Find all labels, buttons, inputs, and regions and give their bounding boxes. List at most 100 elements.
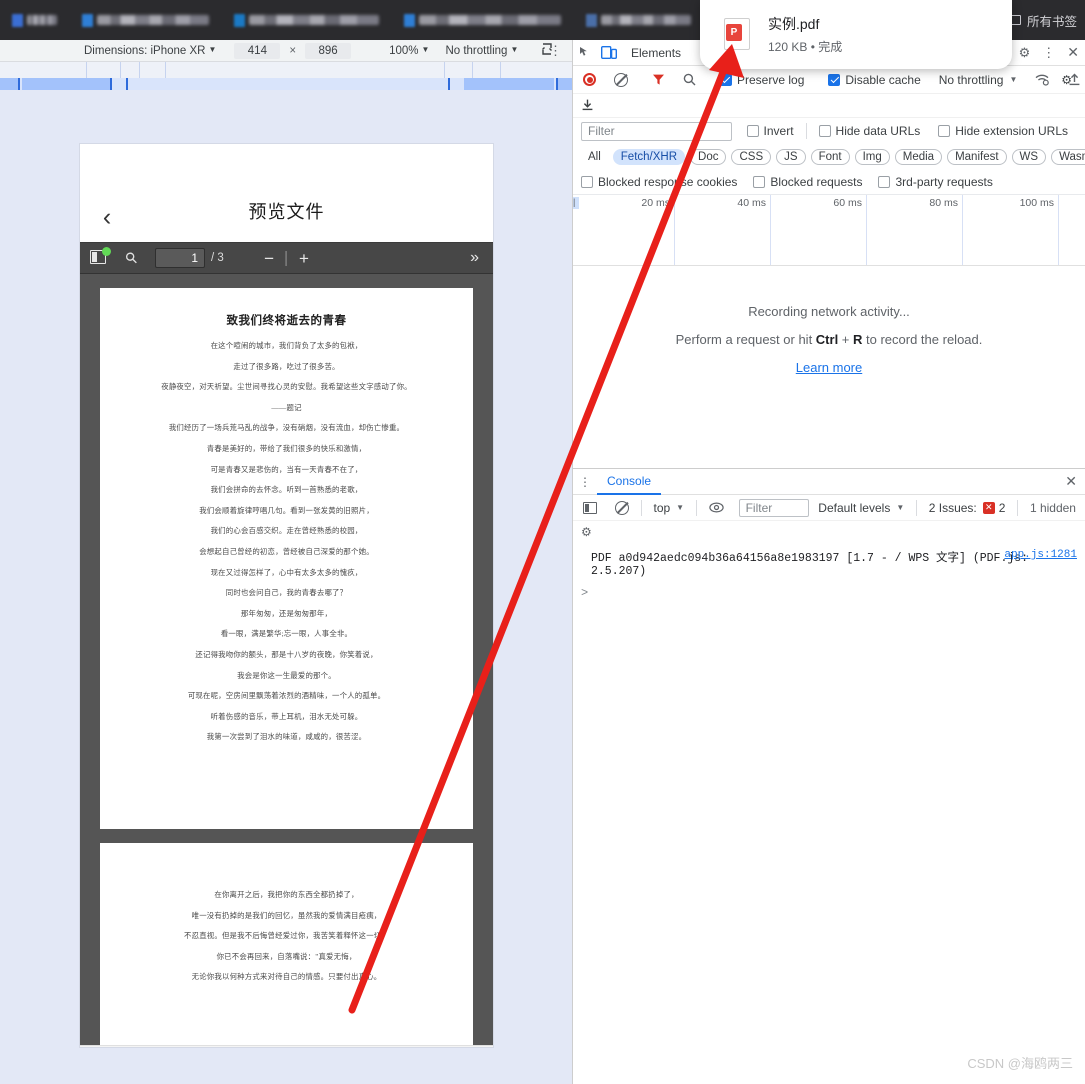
viewport-ruler-top bbox=[0, 62, 572, 78]
network-filter-input[interactable]: Filter bbox=[581, 121, 732, 141]
console-context-select[interactable]: top ▼ bbox=[644, 501, 693, 515]
console-levels-select[interactable]: Default levels ▼ bbox=[809, 501, 913, 515]
pdf-viewer-toolbar: ⚲ 1 / 3 − + » bbox=[80, 242, 493, 274]
pdf-text-line: 现在又过得怎样了，心中有太多太多的愧疚， bbox=[210, 567, 363, 577]
all-bookmarks-button[interactable]: 所有书签 bbox=[1010, 0, 1077, 40]
hide-extension-urls-checkbox[interactable]: Hide extension URLs bbox=[929, 124, 1077, 138]
inspect-element-icon[interactable] bbox=[573, 46, 597, 59]
console-toolbar: top ▼ Filter Default levels ▼ 2 Issues: … bbox=[573, 495, 1085, 521]
pdf-page-2: 在你离开之后，我把你的东西全都扔掉了， 唯一没有扔掉的是我们的回忆，虽然我的爱情满… bbox=[100, 843, 473, 1045]
close-icon[interactable]: ✕ bbox=[1067, 44, 1079, 61]
live-expression-icon[interactable] bbox=[700, 502, 733, 513]
type-filter-font[interactable]: Font bbox=[810, 149, 850, 165]
export-har-icon[interactable] bbox=[581, 98, 594, 114]
hint-prefix: Perform a request or hit bbox=[675, 332, 816, 347]
device-toolbar-icon[interactable] bbox=[597, 46, 621, 59]
back-chevron-icon[interactable]: ‹ bbox=[94, 204, 120, 230]
pdf-text-line: 我们会顺着旋律哼唱几句。看到一张发黄的旧照片， bbox=[199, 505, 374, 515]
pdf-badge-label: P bbox=[726, 23, 742, 41]
type-filter-js[interactable]: JS bbox=[776, 149, 806, 165]
pdf-text-line: 可是青春又是悲伤的，当有一天青春不在了， bbox=[210, 464, 363, 474]
bookmark-item[interactable] bbox=[404, 13, 561, 27]
bookmark-item[interactable] bbox=[12, 13, 57, 27]
type-filter-manifest[interactable]: Manifest bbox=[947, 149, 1007, 165]
console-drawer: ⋮ Console ✕ top ▼ Filter Default levels bbox=[573, 468, 1085, 1084]
more-tools-icon[interactable]: ⋮ bbox=[1042, 45, 1055, 61]
page-total-label: / 3 bbox=[211, 252, 224, 264]
timeline-tick-label: 100 ms bbox=[1019, 197, 1054, 209]
network-settings-gear-icon[interactable]: ⚙ bbox=[1052, 73, 1081, 87]
bookmark-favicon bbox=[82, 13, 93, 27]
pdf-page-container[interactable]: 致我们终将逝去的青春 在这个喧闹的城市，我们背负了太多的包袱， 走过了很多路，吃过… bbox=[80, 274, 493, 1045]
hide-data-urls-checkbox[interactable]: Hide data URLs bbox=[810, 124, 930, 138]
network-timeline-ruler: | 20 ms 40 ms 60 ms 80 ms 100 ms bbox=[573, 194, 1085, 266]
console-issues-label: 2 Issues: bbox=[928, 500, 977, 515]
clear-network-log-icon[interactable] bbox=[605, 72, 637, 87]
blocked-filter-blocked-response-cookies[interactable]: Blocked response cookies bbox=[581, 175, 737, 189]
console-filter-input[interactable]: Filter bbox=[738, 498, 810, 517]
type-filter-all[interactable]: All bbox=[581, 150, 608, 164]
invert-checkbox[interactable]: Invert bbox=[738, 124, 803, 138]
console-log-source-link[interactable]: app.js:1281 bbox=[1004, 549, 1077, 561]
recording-status-line: Recording network activity... bbox=[748, 304, 910, 319]
device-more-options-icon[interactable]: ⋮ bbox=[549, 43, 562, 59]
sidebar-toggle-icon[interactable] bbox=[90, 247, 111, 266]
tab-elements[interactable]: Elements bbox=[621, 46, 691, 60]
pdf-text-line: 夜静夜空，对天祈望。尘世间寻找心灵的安慰。我希望这些文字感动了你。 bbox=[161, 382, 412, 392]
pdf-more-tools-icon[interactable]: » bbox=[470, 249, 479, 267]
filter-funnel-icon[interactable] bbox=[643, 73, 674, 86]
device-height-input[interactable]: 896 bbox=[305, 42, 352, 59]
hint-plus: + bbox=[838, 332, 854, 347]
type-filter-ws[interactable]: WS bbox=[1011, 149, 1047, 165]
pdf-text-line: 听着伤感的音乐，带上耳机，泪水无处可躲。 bbox=[210, 711, 363, 721]
pdf-text-line: 不忍直视。但是我不后悔曾经爱过你，我苦笑着释怀这一切。 bbox=[184, 931, 389, 941]
hide-extension-urls-label: Hide extension URLs bbox=[955, 124, 1068, 138]
timeline-cell: 80 ms bbox=[867, 195, 963, 265]
bookmark-item[interactable] bbox=[234, 13, 379, 27]
bookmark-item[interactable] bbox=[82, 13, 209, 27]
search-icon[interactable] bbox=[674, 73, 705, 86]
invert-label: Invert bbox=[763, 124, 794, 138]
device-zoom-select[interactable]: 100% ▼ bbox=[389, 45, 429, 57]
type-filter-wasm[interactable]: Wasm bbox=[1051, 149, 1085, 165]
type-filter-css[interactable]: CSS bbox=[731, 149, 772, 165]
timeline-cell: 100 ms bbox=[963, 195, 1059, 265]
zoom-in-button[interactable]: + bbox=[287, 250, 321, 267]
preserve-log-checkbox[interactable]: Preserve log bbox=[711, 73, 813, 87]
console-levels-label: Default levels bbox=[818, 500, 891, 515]
gear-icon[interactable]: ⚙ bbox=[1019, 45, 1031, 61]
gear-icon[interactable]: ⚙ bbox=[581, 525, 592, 539]
device-dimensions-select[interactable]: Dimensions: iPhone XR ▼ bbox=[84, 45, 216, 57]
bookmark-item[interactable] bbox=[586, 13, 691, 27]
page-number-input[interactable]: 1 bbox=[155, 248, 205, 268]
type-filter-img[interactable]: Img bbox=[854, 149, 890, 165]
close-icon[interactable]: ✕ bbox=[1065, 473, 1077, 490]
disable-cache-checkbox[interactable]: Disable cache bbox=[819, 73, 929, 87]
search-icon[interactable]: ⚲ bbox=[121, 248, 142, 268]
tab-console[interactable]: Console bbox=[597, 469, 662, 495]
clear-console-icon[interactable] bbox=[606, 500, 638, 515]
console-issues-button[interactable]: 2 Issues: ✕ 2 bbox=[920, 501, 1015, 515]
record-stop-icon[interactable] bbox=[579, 73, 605, 86]
viewport-ruler-selection[interactable] bbox=[0, 78, 572, 90]
network-throttling-select[interactable]: No throttling ▼ bbox=[930, 73, 1027, 87]
pdf-text-line: 我们会拼命的去怀念。听到一首熟悉的老歌， bbox=[210, 485, 363, 495]
download-notification-bubble[interactable]: P 实例.pdf 120 KB • 完成 bbox=[700, 0, 1012, 69]
zoom-out-button[interactable]: − bbox=[252, 250, 286, 267]
pdf-text-line: 无论你我以何种方式来对待自己的情感。只要付出真心。 bbox=[191, 972, 382, 982]
console-log-entry: PDF a0d942aedc094b36a64156a8e1983197 [1.… bbox=[573, 543, 1085, 578]
console-input-prompt[interactable]: > bbox=[573, 578, 1085, 600]
type-filter-fetch-xhr[interactable]: Fetch/XHR bbox=[612, 149, 686, 165]
resource-type-filters: All Fetch/XHR Doc CSS JS Font Img Media Manifest… bbox=[573, 144, 1085, 170]
blocked-filter-3rd-party-requests[interactable]: 3rd-party requests bbox=[878, 175, 993, 189]
console-sidebar-icon[interactable] bbox=[579, 501, 606, 514]
type-filter-doc[interactable]: Doc bbox=[690, 149, 727, 165]
download-file-meta: 120 KB • 完成 bbox=[768, 40, 843, 54]
console-context-label: top bbox=[653, 500, 671, 515]
blocked-filter-blocked-requests[interactable]: Blocked requests bbox=[753, 175, 862, 189]
learn-more-link[interactable]: Learn more bbox=[796, 360, 862, 375]
device-throttling-select[interactable]: No throttling ▼ bbox=[445, 45, 518, 57]
device-width-input[interactable]: 414 bbox=[234, 42, 281, 59]
drawer-more-tools-icon[interactable]: ⋮ bbox=[573, 475, 597, 489]
type-filter-media[interactable]: Media bbox=[894, 149, 943, 165]
